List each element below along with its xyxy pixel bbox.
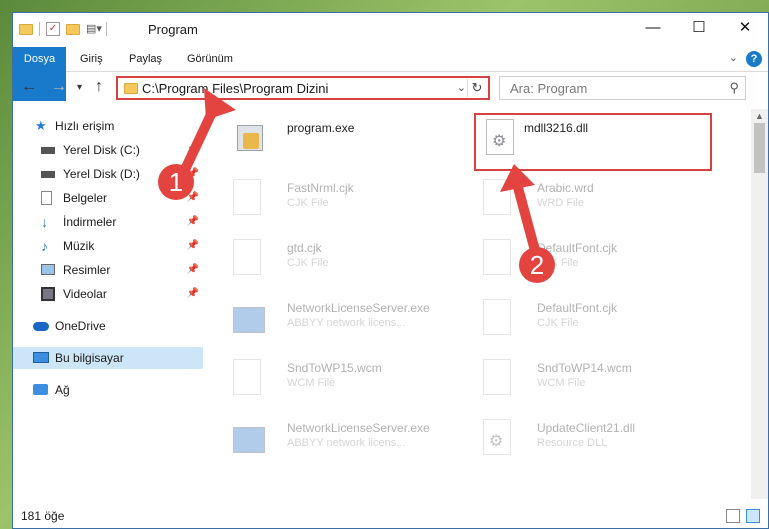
annotation-overlay <box>177 88 542 263</box>
step-1-badge: 1 <box>158 164 194 200</box>
arrow-step-1 <box>177 88 236 181</box>
arrow-step-2 <box>500 164 542 263</box>
step-2-badge: 2 <box>519 247 555 283</box>
